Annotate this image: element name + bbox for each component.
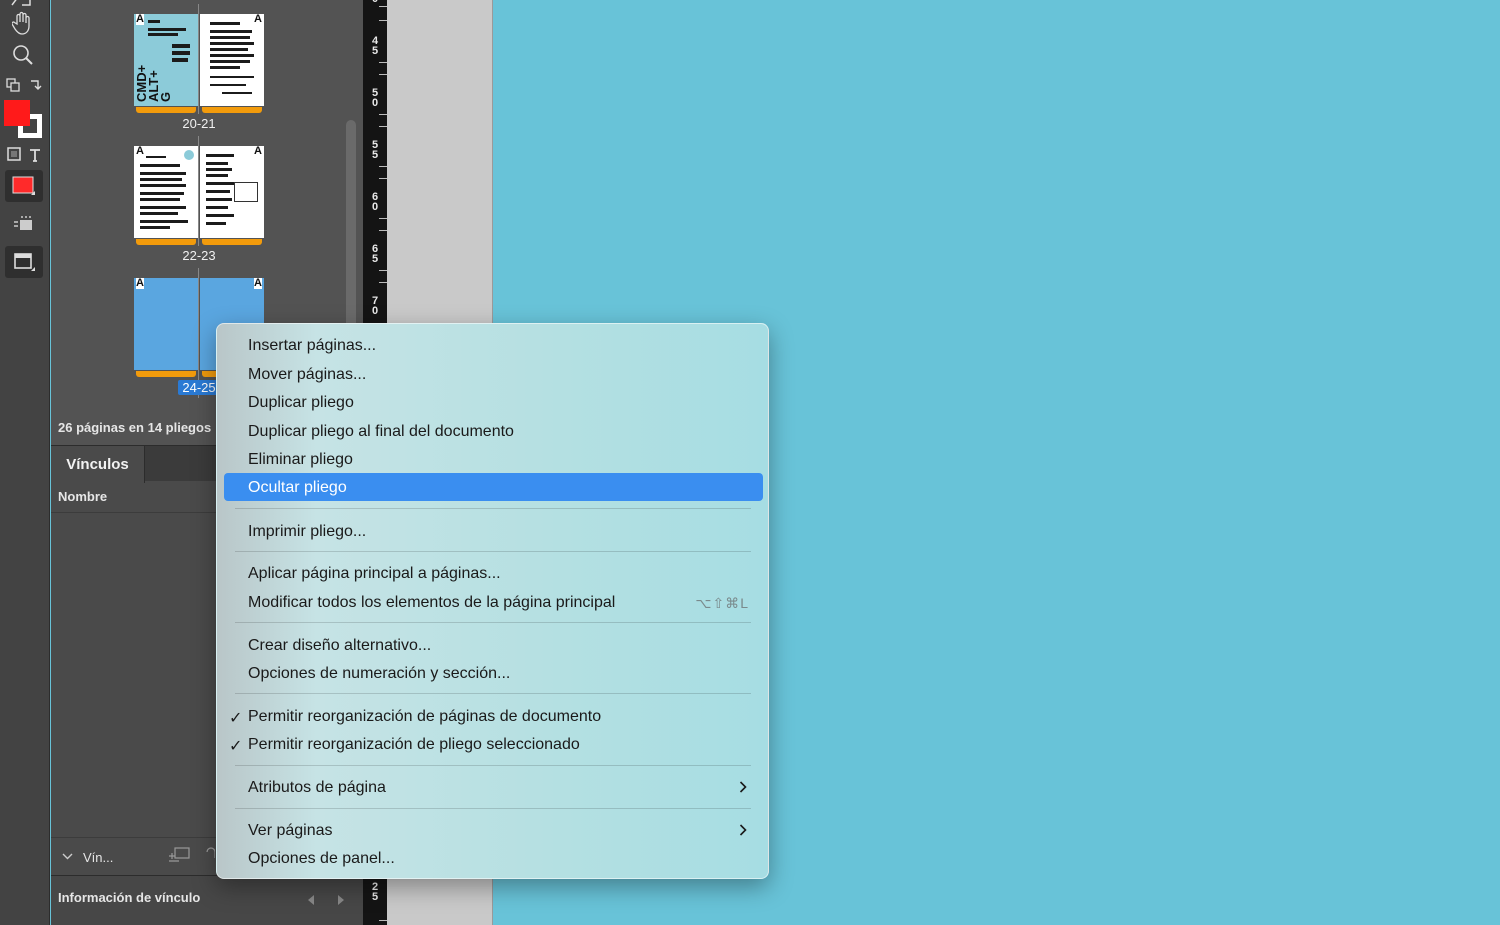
tab-links[interactable]: Vínculos xyxy=(51,446,145,483)
ruler-label: 7 0 xyxy=(371,295,379,317)
swap-arrow-icon[interactable] xyxy=(26,76,44,94)
zoom-icon[interactable] xyxy=(10,42,36,68)
tools-panel xyxy=(0,0,50,925)
menu-item-create-alternate-layout[interactable]: Crear diseño alternativo... xyxy=(224,631,763,659)
page-color-label xyxy=(136,107,196,113)
menu-separator xyxy=(235,808,751,809)
checkmark-icon: ✓ xyxy=(229,738,243,755)
checkmark-icon: ✓ xyxy=(229,710,243,727)
pages-scrollbar[interactable] xyxy=(346,120,356,340)
spread-number: 20-21 xyxy=(182,116,216,131)
relink-icon[interactable] xyxy=(167,846,191,864)
format-container-icon[interactable] xyxy=(6,146,22,162)
master-tag: A xyxy=(254,146,262,157)
ruler-label: 5 0 xyxy=(371,87,379,109)
menu-shortcut: ⌥⇧⌘L xyxy=(695,595,749,611)
page-thumbnail[interactable]: A xyxy=(200,14,264,106)
chevron-right-icon xyxy=(739,824,747,836)
pen-tool-icon[interactable] xyxy=(8,0,42,8)
page-color-label xyxy=(202,107,262,113)
apply-color-icon[interactable] xyxy=(5,170,43,202)
spread-spine xyxy=(198,136,199,246)
chevron-right-icon xyxy=(739,781,747,793)
menu-item-view-pages[interactable]: Ver páginas xyxy=(224,816,763,844)
hand-icon[interactable] xyxy=(10,10,36,36)
spread-thumbnail[interactable]: A CMD+ ALT+ G A 20-21 xyxy=(134,4,264,134)
pages-count-label: 26 páginas en 14 pliegos xyxy=(58,420,212,435)
menu-item-apply-master[interactable]: Aplicar página principal a páginas... xyxy=(224,559,763,587)
fill-stroke-swatches[interactable] xyxy=(4,100,44,140)
ruler-label: 6 5 xyxy=(371,243,379,265)
previous-arrow-icon[interactable] xyxy=(307,895,315,905)
page-thumbnail[interactable]: A xyxy=(134,146,198,238)
master-tag: A xyxy=(136,278,144,289)
menu-separator xyxy=(235,622,751,623)
menu-item-allow-document-pages-shuffle[interactable]: ✓ Permitir reorganización de páginas de d… xyxy=(224,702,763,730)
ruler-label: 2 5 xyxy=(371,881,379,903)
spread-spine xyxy=(198,268,199,398)
menu-item-print-spread[interactable]: Imprimir pliego... xyxy=(224,517,763,545)
menu-item-override-master-items[interactable]: Modificar todos los elementos de la pági… xyxy=(224,588,763,616)
spread-number: 22-23 xyxy=(182,248,216,263)
menu-separator xyxy=(235,693,751,694)
menu-item-move-pages[interactable]: Mover páginas... xyxy=(224,360,763,388)
menu-item-allow-selected-spread-shuffle[interactable]: ✓ Permitir reorganización de pliego selec… xyxy=(224,730,763,758)
links-footer-label: Vín... xyxy=(83,850,114,865)
menu-item-insert-pages[interactable]: Insertar páginas... xyxy=(224,331,763,359)
index-badge-icon xyxy=(184,150,194,160)
screen-mode-icon[interactable] xyxy=(5,246,43,278)
frame-grid-icon[interactable] xyxy=(10,212,38,236)
format-text-icon[interactable] xyxy=(26,146,44,164)
menu-item-panel-options[interactable]: Opciones de panel... xyxy=(224,844,763,872)
swap-default-colors-icon[interactable] xyxy=(4,76,22,94)
ruler-label: 5 5 xyxy=(371,139,379,161)
spread-spine xyxy=(198,4,199,114)
menu-item-numbering-section-options[interactable]: Opciones de numeración y sección... xyxy=(224,659,763,687)
ruler-label: 0 xyxy=(369,0,381,5)
page-color-label xyxy=(136,371,196,377)
menu-item-page-attributes[interactable]: Atributos de página xyxy=(224,773,763,801)
ruler-label: 6 0 xyxy=(371,191,379,213)
link-info-panel: Información de vínculo xyxy=(51,875,363,925)
master-tag: A xyxy=(254,14,262,25)
page-thumbnail[interactable]: A xyxy=(134,278,198,370)
master-tag: A xyxy=(254,278,262,289)
spread-thumbnail[interactable]: A A 22-23 xyxy=(134,136,264,266)
menu-separator xyxy=(235,765,751,766)
cover-title: CMD+ ALT+ G xyxy=(134,64,173,102)
menu-item-duplicate-spread[interactable]: Duplicar pliego xyxy=(224,388,763,416)
ruler-label: 4 5 xyxy=(371,35,379,57)
link-info-title: Información de vínculo xyxy=(58,890,201,905)
menu-separator xyxy=(235,551,751,552)
page-thumbnail[interactable]: A xyxy=(200,146,264,238)
next-arrow-icon[interactable] xyxy=(337,895,345,905)
chevron-down-icon[interactable] xyxy=(62,853,73,860)
menu-separator xyxy=(235,508,751,509)
page-thumbnail[interactable]: A CMD+ ALT+ G xyxy=(134,14,198,106)
page-color-label xyxy=(202,239,262,245)
go-to-link-icon[interactable] xyxy=(205,846,215,864)
menu-item-duplicate-spread-end[interactable]: Duplicar pliego al final del documento xyxy=(224,417,763,445)
menu-item-delete-spread[interactable]: Eliminar pliego xyxy=(224,445,763,473)
page-color-label xyxy=(136,239,196,245)
master-tag: A xyxy=(136,146,144,157)
pages-context-menu: Insertar páginas... Mover páginas... Dup… xyxy=(216,323,769,879)
menu-item-hide-spread[interactable]: Ocultar pliego xyxy=(224,473,763,501)
